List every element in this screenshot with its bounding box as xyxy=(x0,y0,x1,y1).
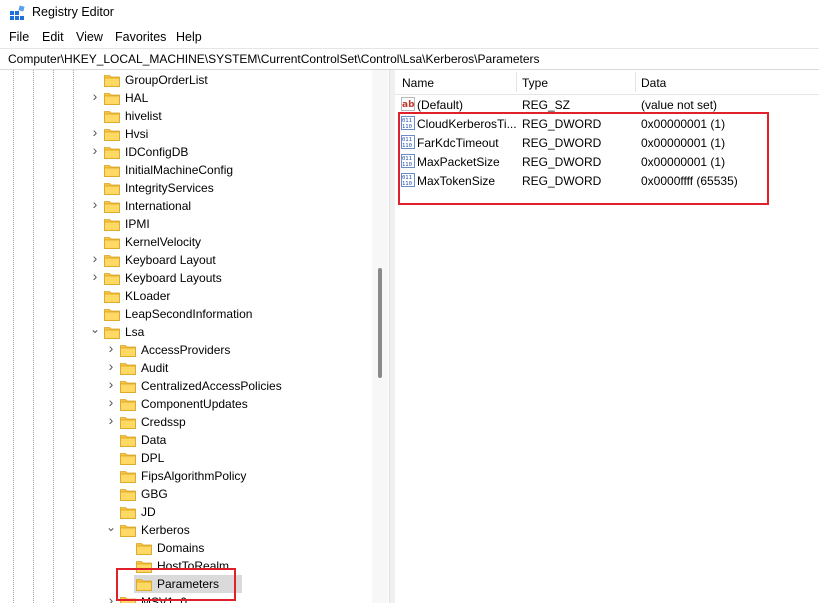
folder-icon xyxy=(120,453,136,465)
folder-icon xyxy=(104,255,120,267)
tree-item-label[interactable]: hivelist xyxy=(125,109,162,123)
chevron-right-icon[interactable]: › xyxy=(106,413,116,427)
tree-item-label[interactable]: Data xyxy=(141,433,166,447)
value-type: REG_SZ xyxy=(522,98,571,112)
folder-icon xyxy=(120,471,136,483)
tree-item-label[interactable]: Keyboard Layouts xyxy=(125,271,222,285)
folder-icon xyxy=(120,435,136,447)
tree-item-label[interactable]: LeapSecondInformation xyxy=(125,307,252,321)
chevron-right-icon[interactable]: › xyxy=(90,89,100,103)
folder-icon xyxy=(120,417,136,429)
chevron-down-icon[interactable]: ⌄ xyxy=(90,323,100,335)
folder-icon xyxy=(104,291,120,303)
window-title: Registry Editor xyxy=(32,5,114,19)
tree-item-label[interactable]: Credssp xyxy=(141,415,186,429)
tree-item-label[interactable]: IPMI xyxy=(125,217,150,231)
menu-help[interactable]: Help xyxy=(176,30,202,44)
chevron-right-icon[interactable]: › xyxy=(90,251,100,265)
tree-item-label[interactable]: Hvsi xyxy=(125,127,148,141)
registry-editor-icon xyxy=(10,5,25,20)
tree-item-label[interactable]: Lsa xyxy=(125,325,144,339)
chevron-right-icon[interactable]: › xyxy=(106,341,116,355)
tree-item-label[interactable]: AccessProviders xyxy=(141,343,230,357)
tree-item-label[interactable]: HAL xyxy=(125,91,148,105)
value-name: (Default) xyxy=(417,98,464,112)
folder-icon xyxy=(104,309,120,321)
tree-item-label[interactable]: International xyxy=(125,199,191,213)
tree-item-label[interactable]: GBG xyxy=(141,487,168,501)
tree-item-label[interactable]: IDConfigDB xyxy=(125,145,188,159)
folder-icon xyxy=(104,183,120,195)
column-header-data[interactable]: Data xyxy=(641,76,666,90)
folder-icon xyxy=(120,363,136,375)
parameters-highlight-box xyxy=(116,568,236,601)
title-bar: Registry Editor xyxy=(0,0,819,26)
chevron-right-icon[interactable]: › xyxy=(90,269,100,283)
svg-text:ab: ab xyxy=(402,100,415,110)
address-path[interactable]: Computer\HKEY_LOCAL_MACHINE\SYSTEM\Curre… xyxy=(8,52,540,66)
tree-item-label[interactable]: Audit xyxy=(141,361,168,375)
chevron-down-icon[interactable]: ⌄ xyxy=(106,521,116,533)
value-data: (value not set) xyxy=(641,98,718,112)
tree-item-label[interactable]: KLoader xyxy=(125,289,170,303)
column-divider[interactable] xyxy=(635,72,636,92)
tree-guide-line xyxy=(73,70,74,603)
folder-icon xyxy=(104,273,120,285)
chevron-right-icon[interactable]: › xyxy=(90,197,100,211)
tree-item-label[interactable]: ComponentUpdates xyxy=(141,397,248,411)
tree-guide-line xyxy=(13,70,14,603)
folder-icon xyxy=(104,93,120,105)
tree-item-label[interactable]: FipsAlgorithmPolicy xyxy=(141,469,246,483)
chevron-right-icon[interactable]: › xyxy=(106,359,116,373)
tree-item-label[interactable]: Domains xyxy=(157,541,204,555)
column-header-name[interactable]: Name xyxy=(402,76,434,90)
tree-item-label[interactable]: Keyboard Layout xyxy=(125,253,216,267)
address-bar[interactable]: Computer\HKEY_LOCAL_MACHINE\SYSTEM\Curre… xyxy=(0,48,819,70)
column-header-type[interactable]: Type xyxy=(522,76,548,90)
folder-icon xyxy=(104,201,120,213)
folder-icon xyxy=(104,327,120,339)
tree-item-label[interactable]: DPL xyxy=(141,451,164,465)
folder-icon xyxy=(136,543,152,555)
menu-bar: File Edit View Favorites Help xyxy=(0,27,819,47)
folder-icon xyxy=(104,75,120,87)
key-tree-pane[interactable]: GroupOrderList › HAL hivelist › Hvsi › IDConfig… xyxy=(0,70,388,603)
folder-icon xyxy=(120,345,136,357)
string-value-icon: ab xyxy=(401,97,415,111)
tree-item-label[interactable]: KernelVelocity xyxy=(125,235,201,249)
tree-item-label[interactable]: IntegrityServices xyxy=(125,181,214,195)
chevron-right-icon[interactable]: › xyxy=(90,143,100,157)
menu-view[interactable]: View xyxy=(76,30,103,44)
tree-scrollbar-thumb[interactable] xyxy=(378,268,382,378)
chevron-right-icon[interactable]: › xyxy=(106,395,116,409)
tree-item-label[interactable]: CentralizedAccessPolicies xyxy=(141,379,282,393)
folder-icon xyxy=(104,129,120,141)
tree-item-label[interactable]: InitialMachineConfig xyxy=(125,163,233,177)
menu-file[interactable]: File xyxy=(9,30,29,44)
column-divider[interactable] xyxy=(516,72,517,92)
folder-icon xyxy=(104,237,120,249)
tree-item-label[interactable]: Kerberos xyxy=(141,523,190,537)
chevron-right-icon[interactable]: › xyxy=(90,125,100,139)
folder-icon xyxy=(120,525,136,537)
tree-guide-line xyxy=(33,70,34,603)
menu-edit[interactable]: Edit xyxy=(42,30,64,44)
list-header: Name Type Data xyxy=(395,70,819,95)
folder-icon xyxy=(104,111,120,123)
chevron-right-icon[interactable]: › xyxy=(106,377,116,391)
tree-item-label[interactable]: JD xyxy=(141,505,156,519)
folder-icon xyxy=(120,507,136,519)
folder-icon xyxy=(120,489,136,501)
folder-icon xyxy=(104,219,120,231)
folder-icon xyxy=(120,381,136,393)
chevron-right-icon[interactable]: › xyxy=(106,593,116,603)
menu-favorites[interactable]: Favorites xyxy=(115,30,166,44)
tree-guide-line xyxy=(53,70,54,603)
values-highlight-box xyxy=(398,112,769,205)
tree-item-label[interactable]: GroupOrderList xyxy=(125,73,208,87)
folder-icon xyxy=(120,399,136,411)
folder-icon xyxy=(104,147,120,159)
folder-icon xyxy=(104,165,120,177)
